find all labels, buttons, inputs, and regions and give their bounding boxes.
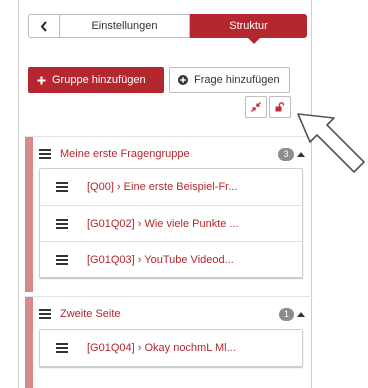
add-group-button[interactable]: Gruppe hinzufügen	[28, 67, 164, 93]
drag-handle-icon[interactable]	[39, 149, 51, 159]
question-link[interactable]: [G01Q04] › Okay nochmL Ml...	[87, 342, 236, 354]
caret-up-icon[interactable]	[297, 311, 305, 317]
question-row[interactable]: [G01Q02] › Wie viele Punkte ...	[40, 205, 302, 241]
collapse-all-button[interactable]	[245, 96, 267, 118]
question-list: [G01Q04] › Okay nochmL Ml...	[39, 329, 303, 367]
question-link[interactable]: [G01Q02] › Wie viele Punkte ...	[87, 218, 239, 230]
group-title[interactable]: Meine erste Fragengruppe	[60, 148, 278, 160]
add-group-label: Gruppe hinzufügen	[52, 74, 146, 86]
drag-handle-icon[interactable]	[56, 218, 68, 229]
question-link[interactable]: [Q00] › Eine erste Beispiel-Fr...	[87, 181, 237, 193]
group-title[interactable]: Zweite Seite	[60, 308, 279, 320]
group-header[interactable]: Meine erste Fragengruppe 3	[39, 145, 305, 163]
drag-handle-icon[interactable]	[56, 254, 68, 265]
group-bar	[25, 137, 33, 292]
question-row[interactable]: [G01Q04] › Okay nochmL Ml...	[40, 330, 302, 366]
group-bar	[25, 297, 33, 388]
unlock-icon	[275, 102, 285, 112]
question-list: [Q00] › Eine erste Beispiel-Fr... [G01Q0…	[39, 168, 303, 278]
tab-structure[interactable]: Struktur	[190, 14, 307, 38]
question-link[interactable]: [G01Q03] › YouTube Videod...	[87, 254, 234, 266]
group-header[interactable]: Zweite Seite 1	[39, 305, 305, 323]
question-count-badge: 3	[278, 147, 294, 161]
tab-settings-label: Einstellungen	[91, 20, 158, 32]
back-button[interactable]	[28, 14, 60, 38]
drag-handle-icon[interactable]	[56, 343, 68, 353]
plus-icon	[37, 76, 46, 85]
question-count-badge: 1	[279, 307, 294, 321]
chevron-left-icon	[40, 20, 47, 32]
drag-handle-icon[interactable]	[39, 309, 51, 319]
tab-settings[interactable]: Einstellungen	[60, 14, 190, 38]
question-group: Meine erste Fragengruppe 3 [Q00] › Eine …	[25, 136, 313, 292]
plus-circle-icon	[178, 75, 188, 85]
drag-handle-icon[interactable]	[56, 182, 68, 192]
pointer-arrow-icon	[297, 113, 365, 173]
tab-structure-label: Struktur	[229, 20, 268, 32]
compress-icon	[251, 102, 261, 112]
question-group: Zweite Seite 1 [G01Q04] › Okay nochmL Ml…	[25, 296, 313, 388]
unlock-button[interactable]	[269, 96, 291, 118]
add-question-label: Frage hinzufügen	[194, 74, 280, 86]
question-row[interactable]: [G01Q03] › YouTube Videod...	[40, 241, 302, 277]
active-tab-caret	[248, 38, 260, 44]
question-row[interactable]: [Q00] › Eine erste Beispiel-Fr...	[40, 169, 302, 205]
structure-panel: Einstellungen Struktur Gruppe hinzufügen…	[18, 0, 313, 388]
add-question-button[interactable]: Frage hinzufügen	[169, 67, 290, 93]
